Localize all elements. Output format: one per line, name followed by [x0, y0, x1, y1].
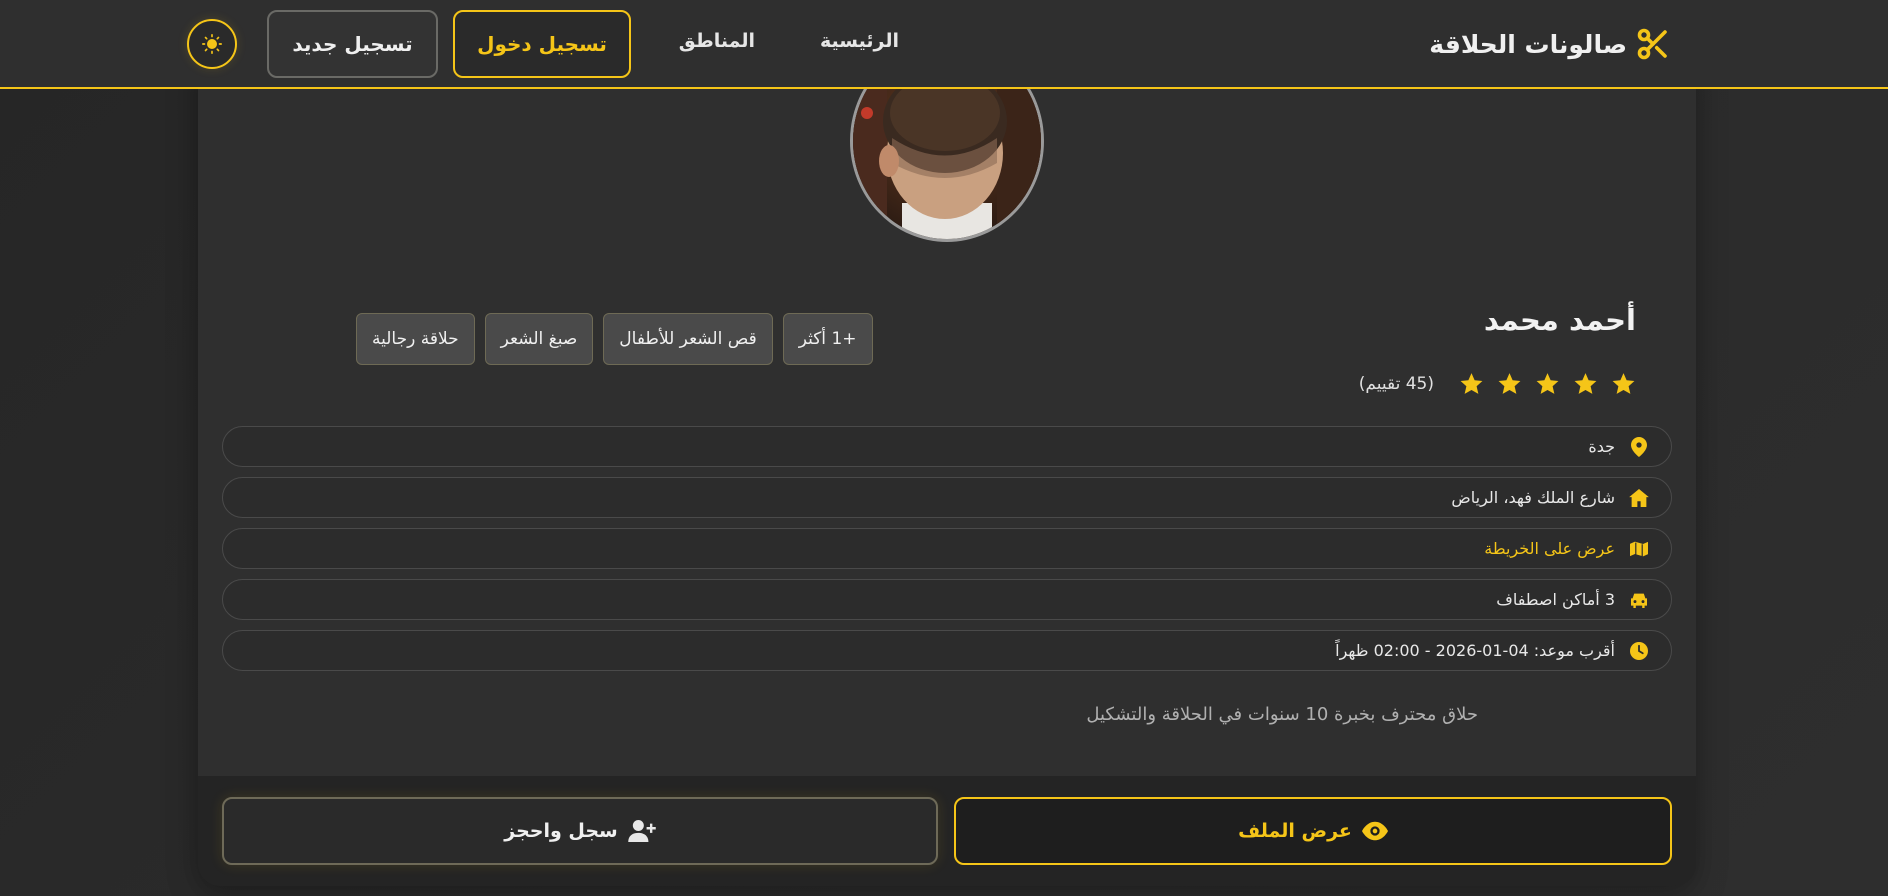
brand[interactable]: صالونات الحلاقة — [1429, 24, 1671, 64]
barber-description: حلاق محترف بخبرة 10 سنوات في الحلاقة وال… — [1086, 704, 1478, 725]
eye-icon — [1361, 821, 1388, 841]
info-address: شارع الملك فهد، الرياض — [222, 477, 1672, 518]
nav-areas[interactable]: المناطق — [679, 30, 755, 52]
star-icon — [1612, 373, 1635, 394]
view-profile-button[interactable]: عرض الملف — [954, 797, 1672, 865]
scissors-icon — [1637, 28, 1667, 60]
info-map[interactable]: عرض على الخريطة — [222, 528, 1672, 569]
rating: (45 تقييم) — [1359, 371, 1636, 396]
service-tag[interactable]: قص الشعر للأطفال — [603, 313, 773, 365]
user-plus-icon — [628, 820, 656, 842]
rating-count: (45 تقييم) — [1358, 373, 1434, 394]
info-appointment: أقرب موعد: 04-01-2026 - 02:00 ظهراً — [222, 630, 1672, 671]
barber-name: أحمد محمد — [1483, 303, 1636, 337]
register-book-button[interactable]: سجل واحجز — [222, 797, 938, 865]
car-icon — [1631, 593, 1647, 608]
services-tags: حلاقة رجالية صبغ الشعر قص الشعر للأطفال … — [356, 313, 873, 365]
star-icon — [1574, 373, 1597, 394]
star-icon — [1460, 373, 1483, 394]
theme-toggle-button[interactable] — [187, 19, 237, 69]
parking-text: 3 أماكن اصطفاف — [1496, 590, 1615, 609]
register-button[interactable]: تسجيل جديد — [267, 10, 438, 78]
star-icon — [1536, 373, 1559, 394]
nav-home[interactable]: الرئيسية — [820, 30, 899, 52]
map-link[interactable]: عرض على الخريطة — [1484, 539, 1615, 558]
appointment-text: أقرب موعد: 04-01-2026 - 02:00 ظهراً — [1335, 641, 1615, 660]
view-profile-label: عرض الملف — [1238, 820, 1352, 842]
star-icon — [1498, 373, 1521, 394]
address-text: شارع الملك فهد، الرياض — [1451, 488, 1615, 507]
register-book-label: سجل واحجز — [504, 820, 618, 842]
sun-icon — [202, 34, 222, 54]
map-pin-icon — [1631, 436, 1647, 457]
more-services-tag[interactable]: +1 أكثر — [782, 313, 873, 365]
service-tag[interactable]: حلاقة رجالية — [356, 313, 475, 365]
clock-icon — [1630, 641, 1648, 660]
map-icon — [1629, 540, 1649, 557]
service-tag[interactable]: صبغ الشعر — [484, 313, 594, 365]
brand-name: صالونات الحلاقة — [1429, 29, 1627, 59]
info-parking: 3 أماكن اصطفاف — [222, 579, 1672, 620]
city-text: جدة — [1588, 437, 1615, 456]
home-icon — [1629, 488, 1649, 507]
info-city: جدة — [222, 426, 1672, 467]
navbar: صالونات الحلاقة الرئيسية المناطق تسجيل د… — [0, 0, 1888, 89]
login-button[interactable]: تسجيل دخول — [453, 10, 631, 78]
